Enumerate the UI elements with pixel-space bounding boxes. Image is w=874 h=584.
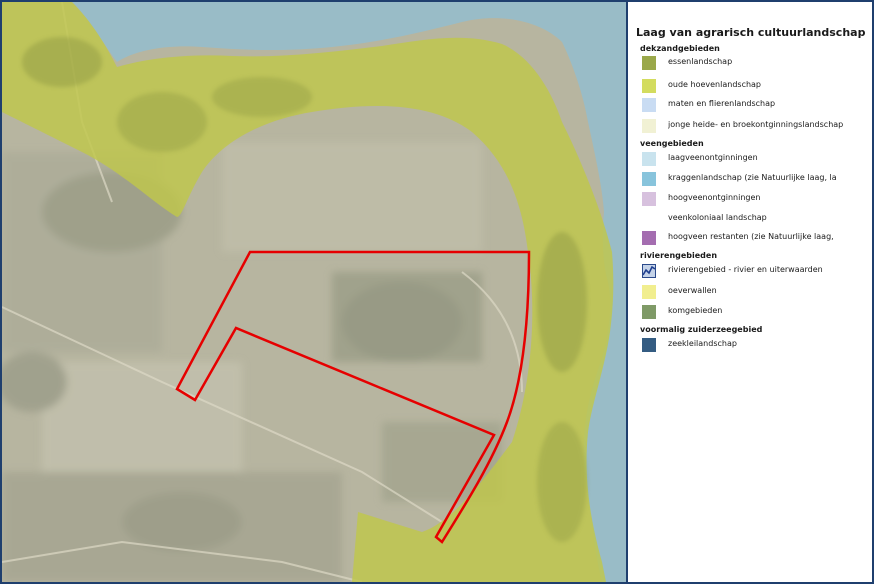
legend-item-hoogveenontginningen[interactable]: hoogveenontginningen — [642, 192, 870, 206]
legend-item-label: komgebieden — [668, 306, 723, 315]
legend-item-label: rivierengebied - rivier en uiterwaarden — [668, 265, 823, 274]
legend-item-hoogveen-restanten[interactable]: hoogveen restanten (zie Natuurlijke laag… — [642, 231, 870, 245]
legend-item-maten-en-flierenlandschap[interactable]: maten en flierenlandschap — [642, 98, 870, 112]
legend-swatch — [642, 305, 656, 319]
legend-swatch — [642, 56, 656, 70]
group-header-dekzandgebieden: dekzandgebieden — [640, 44, 720, 53]
legend-swatch — [642, 231, 656, 245]
legend-item-oeverwallen[interactable]: oeverwallen — [642, 285, 870, 299]
legend-item-jonge-heide-en-broekontginningslandschap[interactable]: jonge heide- en broekontginningslandscha… — [642, 119, 870, 133]
legend-item-laagveenontginningen[interactable]: laagveenontginningen — [642, 152, 870, 166]
legend-item-kraggenlandschap[interactable]: kraggenlandschap (zie Natuurlijke laag, … — [642, 172, 870, 186]
group-header-veengebieden: veengebieden — [640, 139, 704, 148]
legend-swatch — [642, 119, 656, 133]
legend-item-label: zeekleilandschap — [668, 339, 737, 348]
legend-item-veenkoloniaal-landschap[interactable]: veenkoloniaal landschap — [642, 212, 870, 226]
legend-item-rivierengebied[interactable]: rivierengebied - rivier en uiterwaarden — [642, 264, 870, 278]
legend-item-zeekleilandschap[interactable]: zeekleilandschap — [642, 338, 870, 352]
legend-item-label: kraggenlandschap (zie Natuurlijke laag, … — [668, 173, 837, 182]
legend-item-label: oude hoevenlandschap — [668, 80, 762, 89]
legend-swatch — [642, 285, 656, 299]
map-frame: Laag van agrarisch cultuurlandschap dekz… — [0, 0, 874, 584]
group-header-rivierengebieden: rivierengebieden — [640, 251, 718, 260]
legend-item-label: oeverwallen — [668, 286, 717, 295]
legend-swatch — [642, 172, 656, 186]
legend-item-komgebieden[interactable]: komgebieden — [642, 305, 870, 319]
legend-item-oude-hoevenlandschap[interactable]: oude hoevenlandschap — [642, 79, 870, 93]
legend-swatch — [642, 98, 656, 112]
legend-item-label: essenlandschap — [668, 57, 733, 66]
river-icon — [642, 264, 656, 278]
legend-swatch — [642, 338, 656, 352]
legend-item-label: hoogveen restanten (zie Natuurlijke laag… — [668, 232, 834, 241]
legend-item-essenlandschap[interactable]: essenlandschap — [642, 56, 870, 70]
legend-item-label: jonge heide- en broekontginningslandscha… — [668, 120, 844, 129]
legend-swatch — [642, 152, 656, 166]
legend-panel: Laag van agrarisch cultuurlandschap dekz… — [628, 2, 872, 582]
map-view[interactable] — [2, 2, 626, 582]
legend-item-label: hoogveenontginningen — [668, 193, 761, 202]
group-header-voormalig-zuiderzeegebied: voormalig zuiderzeegebied — [640, 325, 763, 334]
legend-swatch — [642, 192, 656, 206]
legend-item-label: veenkoloniaal landschap — [668, 213, 767, 222]
legend-swatch — [642, 79, 656, 93]
legend-item-label: laagveenontginningen — [668, 153, 758, 162]
legend-title: Laag van agrarisch cultuurlandschap — [636, 26, 866, 39]
map-canvas[interactable] — [2, 2, 626, 582]
legend-swatch — [642, 212, 656, 226]
legend-item-label: maten en flierenlandschap — [668, 99, 776, 108]
